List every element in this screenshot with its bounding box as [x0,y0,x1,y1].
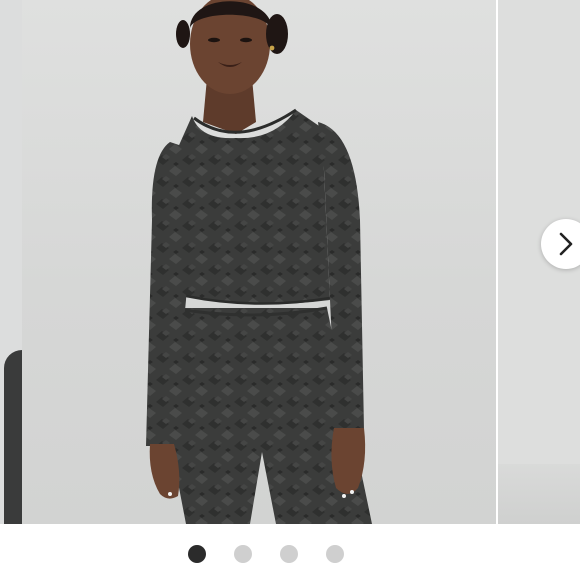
pagination-dot-3[interactable] [280,545,298,563]
current-slide-image[interactable] [22,0,496,524]
carousel-pagination [0,542,580,566]
previous-slide-garment [4,350,22,524]
chevron-right-icon [559,232,573,256]
product-photo-model [146,0,372,524]
previous-slide-image[interactable] [0,0,22,524]
pagination-dot-1[interactable] [188,545,206,563]
pagination-dot-4[interactable] [326,545,344,563]
next-slide-floor [498,464,580,524]
pagination-dot-2[interactable] [234,545,252,563]
image-carousel[interactable] [0,0,580,524]
